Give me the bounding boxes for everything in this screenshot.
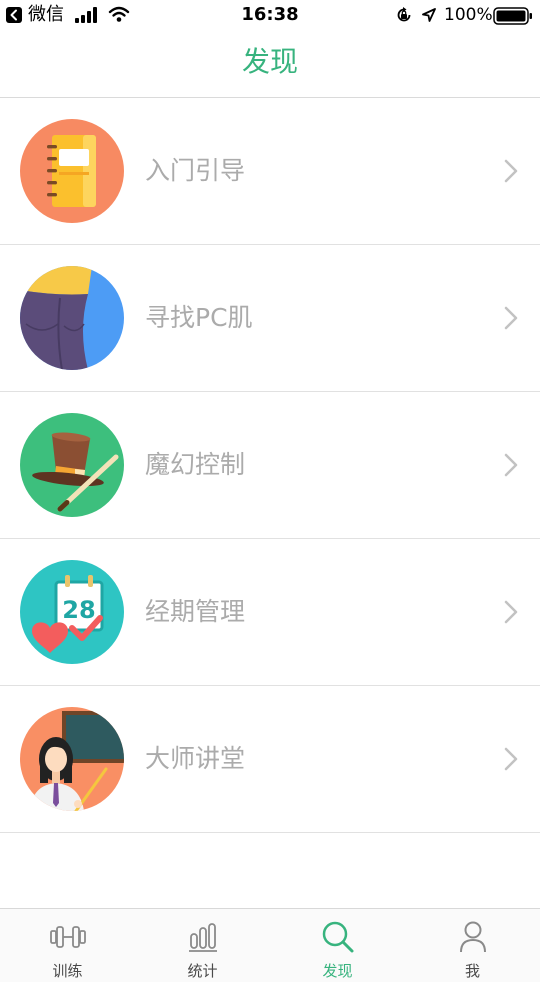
page-title: 发现 [241, 45, 298, 78]
tab-discover[interactable]: 发现 [270, 909, 405, 982]
chevron-right-icon [504, 600, 518, 624]
tab-statistics[interactable]: 统计 [135, 909, 270, 982]
location-icon [422, 8, 436, 22]
discover-item-label: 寻找PC肌 [145, 303, 253, 332]
chevron-right-icon [504, 453, 518, 477]
tab-label: 我 [464, 962, 480, 980]
rotation-lock-icon [397, 7, 411, 22]
discover-item-label: 入门引导 [145, 156, 246, 185]
pc-muscle-icon [20, 266, 124, 370]
discover-list: 入门引导 寻找PC肌 魔幻控制 28 经期管理 大师讲堂 [0, 98, 540, 833]
discover-item-find-pc-muscle[interactable]: 寻找PC肌 [0, 245, 540, 392]
teacher-icon [20, 707, 124, 811]
search-icon [322, 921, 353, 953]
chevron-right-icon [504, 159, 518, 183]
dumbbell-icon [49, 926, 86, 948]
battery-percent: 100% [444, 5, 493, 25]
bar-chart-icon [188, 923, 217, 952]
discover-item-label: 经期管理 [145, 597, 246, 626]
discover-item-label: 大师讲堂 [145, 744, 246, 773]
battery-icon [493, 7, 532, 25]
status-bar: 微信 16:38 100% [0, 0, 540, 32]
tab-label: 发现 [322, 962, 353, 980]
tab-label: 训练 [52, 962, 83, 980]
tab-bar: 训练 统计 发现 我 [0, 908, 540, 982]
discover-item-period-management[interactable]: 28 经期管理 [0, 539, 540, 686]
chevron-right-icon [504, 306, 518, 330]
discover-item-magic-control[interactable]: 魔幻控制 [0, 392, 540, 539]
chevron-right-icon [504, 747, 518, 771]
person-icon [459, 921, 486, 953]
discover-item-label: 魔幻控制 [145, 450, 246, 479]
calendar-day-number: 28 [62, 596, 95, 624]
magic-hat-icon [20, 413, 124, 517]
discover-item-intro-guide[interactable]: 入门引导 [0, 98, 540, 245]
notebook-icon [20, 119, 124, 223]
tab-training[interactable]: 训练 [0, 909, 135, 982]
calendar-heart-icon: 28 [20, 560, 124, 664]
tab-me[interactable]: 我 [405, 909, 540, 982]
tab-label: 统计 [187, 962, 218, 980]
discover-item-master-class[interactable]: 大师讲堂 [0, 686, 540, 833]
